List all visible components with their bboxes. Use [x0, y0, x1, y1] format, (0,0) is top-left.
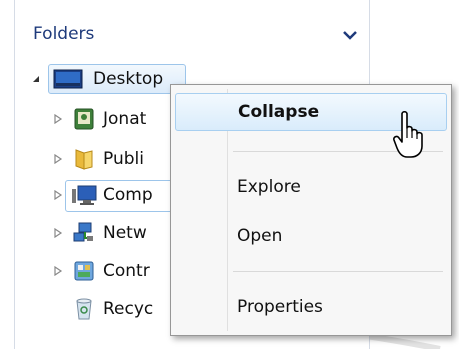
- menu-item-properties[interactable]: Properties: [175, 289, 447, 327]
- menu-item-explore[interactable]: Explore: [175, 169, 447, 207]
- folders-pane-header[interactable]: Folders: [15, 14, 369, 54]
- menu-separator: [233, 271, 443, 272]
- menu-item-label: Explore: [237, 177, 301, 197]
- menu-item-label: Collapse: [238, 102, 320, 122]
- control-panel-icon: [74, 261, 94, 281]
- folders-pane-title: Folders: [33, 24, 95, 44]
- tree-item-label: Contr: [103, 261, 150, 281]
- folder-icon: [75, 149, 93, 170]
- tree-item-label: Comp: [103, 185, 153, 205]
- network-icon: [73, 222, 93, 242]
- tree-item-label: Recyc: [103, 299, 154, 319]
- desktop-icon: [53, 69, 83, 89]
- menu-item-open[interactable]: Open: [175, 218, 447, 256]
- hand-cursor-icon: [393, 110, 423, 158]
- collapsed-arrow-icon[interactable]: [53, 154, 63, 164]
- menu-item-label: Open: [237, 226, 283, 246]
- computer-icon: [72, 185, 97, 205]
- recycle-bin-icon: [76, 298, 92, 320]
- tree-item-label: Desktop: [93, 69, 164, 89]
- tree-item-label: Jonat: [103, 109, 147, 129]
- tree-item-label: Publi: [103, 149, 144, 169]
- collapsed-arrow-icon[interactable]: [53, 114, 63, 124]
- collapsed-arrow-icon[interactable]: [53, 228, 63, 238]
- chevron-down-icon[interactable]: [341, 28, 359, 42]
- collapsed-arrow-icon[interactable]: [53, 266, 63, 276]
- menu-item-label: Properties: [237, 297, 323, 317]
- tree-item-label: Netw: [103, 223, 147, 243]
- collapsed-arrow-icon[interactable]: [53, 190, 63, 200]
- expanded-arrow-icon[interactable]: [31, 74, 41, 84]
- user-folder-icon: [74, 108, 94, 130]
